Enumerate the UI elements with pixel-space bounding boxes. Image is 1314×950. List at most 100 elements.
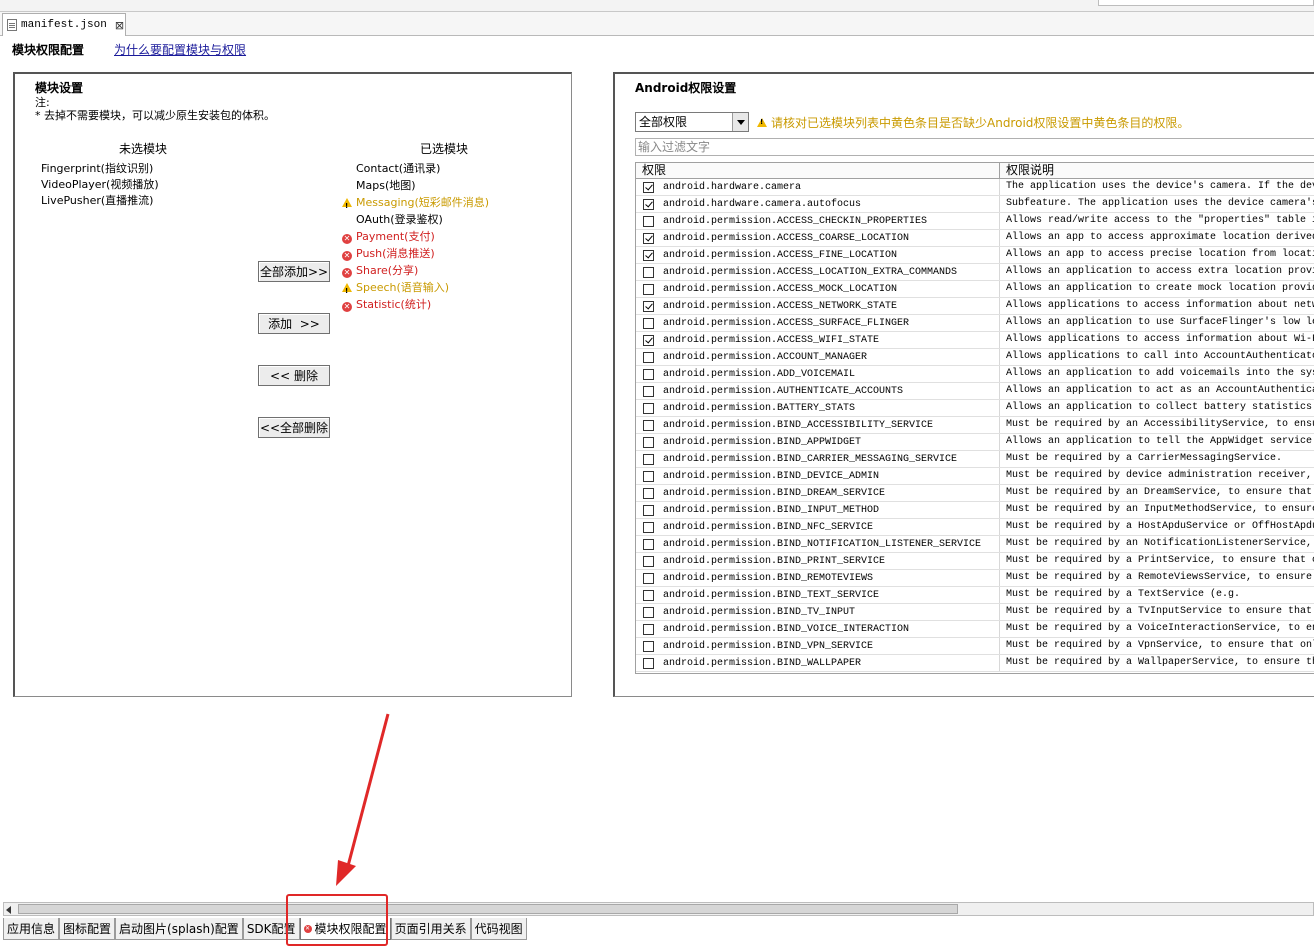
table-row[interactable]: android.permission.ACCESS_FINE_LOCATION A… (636, 247, 1314, 264)
table-row[interactable]: android.permission.BIND_DREAM_SERVICE Mus… (636, 485, 1314, 502)
permission-checkbox[interactable] (643, 436, 654, 448)
table-row[interactable]: android.permission.ACCESS_MOCK_LOCATION A… (636, 281, 1314, 298)
chevron-down-icon[interactable] (732, 113, 748, 131)
scroll-left-icon[interactable] (6, 906, 11, 914)
permission-checkbox[interactable] (643, 198, 654, 210)
permission-description: Must be required by device administratio… (1006, 470, 1313, 481)
permission-checkbox[interactable] (643, 232, 654, 244)
permission-filter-select[interactable]: 全部权限 (635, 112, 749, 132)
unselected-module-item[interactable]: LivePusher(直播推流) (41, 192, 153, 209)
selected-module-item[interactable]: ✕ Share(分享) (342, 262, 418, 279)
permission-checkbox[interactable] (643, 351, 654, 363)
permission-description: Must be required by an DreamService, to … (1006, 487, 1313, 498)
bottom-tab[interactable]: 启动图片(splash)配置 (115, 918, 243, 940)
table-row[interactable]: android.permission.BIND_TV_INPUT Must be … (636, 604, 1314, 621)
table-row[interactable]: android.permission.BIND_VOICE_INTERACTIO… (636, 621, 1314, 638)
permission-checkbox[interactable] (643, 266, 654, 278)
permission-checkbox[interactable] (643, 572, 654, 584)
table-row[interactable]: android.permission.BIND_TEXT_SERVICE Must… (636, 587, 1314, 604)
permission-checkbox[interactable] (643, 504, 654, 516)
scrollbar-thumb[interactable] (18, 904, 958, 914)
permission-checkbox[interactable] (643, 453, 654, 465)
help-link[interactable]: 为什么要配置模块与权限 (114, 41, 246, 58)
permission-checkbox[interactable] (643, 317, 654, 329)
permission-description: Allows an app to access approximate loca… (1006, 232, 1314, 243)
table-row[interactable]: android.permission.BIND_ACCESSIBILITY_SE… (636, 417, 1314, 434)
add-all-button[interactable]: 全部添加>> (258, 261, 330, 282)
selected-module-item[interactable]: Speech(语音输入) (342, 279, 449, 300)
table-row[interactable]: android.permission.BIND_WALLPAPER Must be… (636, 655, 1314, 672)
remove-all-button[interactable]: <<全部删除 (258, 417, 330, 438)
permission-checkbox[interactable] (643, 538, 654, 550)
table-row[interactable]: android.permission.BIND_INPUT_METHOD Must… (636, 502, 1314, 519)
close-tab-icon[interactable]: ⊠ (115, 19, 124, 32)
table-row[interactable]: android.permission.ACCESS_CHECKIN_PROPER… (636, 213, 1314, 230)
permission-filter-input[interactable]: 输入过滤文字 (635, 138, 1314, 156)
bottom-tab[interactable]: 图标配置 (59, 918, 116, 940)
table-row[interactable]: android.permission.BIND_PRINT_SERVICE Mus… (636, 553, 1314, 570)
permission-checkbox[interactable] (643, 606, 654, 618)
table-row[interactable]: android.permission.BIND_NOTIFICATION_LIS… (636, 536, 1314, 553)
permission-checkbox[interactable] (643, 555, 654, 567)
permission-name: android.permission.ACCESS_WIFI_STATE (663, 334, 880, 346)
unselected-module-item[interactable]: Fingerprint(指纹识别) (41, 160, 153, 177)
bottom-tab[interactable]: 页面引用关系 (390, 918, 471, 940)
permission-checkbox[interactable] (643, 589, 654, 601)
bottom-tab[interactable]: 代码视图 (470, 918, 527, 940)
permission-checkbox[interactable] (643, 419, 654, 431)
permission-cell: android.permission.ACCESS_SURFACE_FLINGE… (636, 315, 1000, 331)
table-row[interactable]: android.permission.ADD_VOICEMAIL Allows a… (636, 366, 1314, 383)
table-row[interactable]: android.permission.ACCESS_LOCATION_EXTRA… (636, 264, 1314, 281)
unselected-module-item[interactable]: VideoPlayer(视频播放) (41, 176, 159, 193)
permission-checkbox[interactable] (643, 487, 654, 499)
permission-checkbox[interactable] (643, 283, 654, 295)
permission-checkbox[interactable] (643, 334, 654, 346)
permission-checkbox[interactable] (643, 385, 654, 397)
permission-checkbox[interactable] (643, 402, 654, 414)
bottom-tab-label: 页面引用关系 (394, 922, 467, 936)
table-row[interactable]: android.permission.ACCESS_SURFACE_FLINGE… (636, 315, 1314, 332)
table-row[interactable]: android.permission.ACCESS_WIFI_STATE Allo… (636, 332, 1314, 349)
permission-checkbox[interactable] (643, 657, 654, 669)
table-row[interactable]: android.permission.BATTERY_STATS Allows a… (636, 400, 1314, 417)
permission-checkbox[interactable] (643, 521, 654, 533)
permission-description: Allows an application to collect battery… (1006, 402, 1313, 413)
toolbar-search-field[interactable] (1098, 0, 1314, 6)
permission-checkbox[interactable] (643, 249, 654, 261)
selected-module-item[interactable]: ✕ Statistic(统计) (342, 296, 431, 313)
bottom-tab[interactable]: 应用信息 (3, 918, 60, 940)
horizontal-scrollbar[interactable] (3, 902, 1314, 916)
permission-checkbox[interactable] (643, 215, 654, 227)
remove-button[interactable]: << 删除 (258, 365, 330, 386)
permission-checkbox[interactable] (643, 623, 654, 635)
selected-module-item[interactable]: Contact(通讯录) (356, 160, 440, 177)
permission-checkbox[interactable] (643, 300, 654, 312)
table-row[interactable]: android.permission.AUTHENTICATE_ACCOUNTS… (636, 383, 1314, 400)
col-permission-header[interactable]: 权限 (636, 163, 1000, 178)
table-row[interactable]: android.permission.BIND_DEVICE_ADMIN Must… (636, 468, 1314, 485)
selected-module-item[interactable]: OAuth(登录鉴权) (356, 211, 443, 228)
permission-checkbox[interactable] (643, 470, 654, 482)
editor-tab-manifest[interactable]: manifest.json ⊠ (2, 13, 126, 36)
permission-checkbox[interactable] (643, 181, 654, 193)
table-row[interactable]: android.permission.BIND_REMOTEVIEWS Must … (636, 570, 1314, 587)
table-row[interactable]: android.hardware.camera The application u… (636, 179, 1314, 196)
table-row[interactable]: android.permission.ACCESS_COARSE_LOCATIO… (636, 230, 1314, 247)
col-description-header[interactable]: 权限说明 (1000, 163, 1054, 178)
table-row[interactable]: android.permission.BIND_APPWIDGET Allows … (636, 434, 1314, 451)
permission-checkbox[interactable] (643, 368, 654, 380)
permission-description: Must be required by a RemoteViewsService… (1006, 572, 1313, 583)
selected-module-item[interactable]: ✕ Push(消息推送) (342, 245, 435, 262)
table-row[interactable]: android.permission.ACCESS_NETWORK_STATE A… (636, 298, 1314, 315)
table-row[interactable]: android.hardware.camera.autofocus Subfeat… (636, 196, 1314, 213)
add-button[interactable]: 添加 >> (258, 313, 330, 334)
table-row[interactable]: android.permission.ACCOUNT_MANAGER Allows… (636, 349, 1314, 366)
table-row[interactable]: android.permission.BIND_VPN_SERVICE Must … (636, 638, 1314, 655)
table-row[interactable]: android.permission.BIND_NFC_SERVICE Must … (636, 519, 1314, 536)
permission-name: android.permission.BIND_APPWIDGET (663, 436, 862, 448)
table-row[interactable]: android.permission.BIND_CARRIER_MESSAGIN… (636, 451, 1314, 468)
permission-checkbox[interactable] (643, 640, 654, 652)
selected-module-item[interactable]: ✕ Payment(支付) (342, 228, 435, 245)
selected-module-item[interactable]: Messaging(短彩邮件消息) (342, 194, 489, 215)
selected-module-item[interactable]: Maps(地图) (356, 177, 416, 194)
